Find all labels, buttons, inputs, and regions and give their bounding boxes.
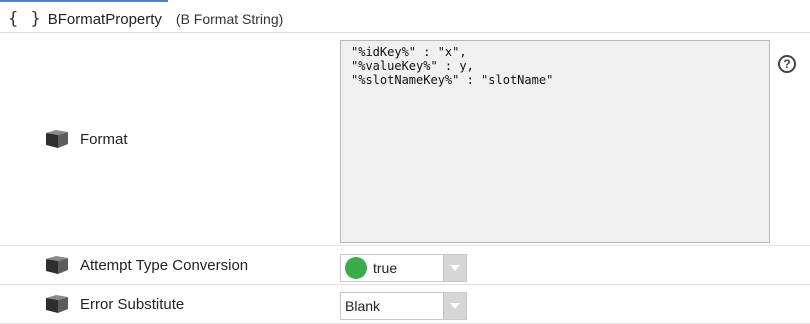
slot-icon xyxy=(46,256,68,274)
attempt-type-conversion-label-cell: Attempt Type Conversion xyxy=(44,246,248,284)
help-icon[interactable]: ? xyxy=(778,55,796,73)
active-tab-indicator xyxy=(0,0,168,2)
property-type: (B Format String) xyxy=(175,11,284,27)
error-substitute-select[interactable]: Blank xyxy=(340,292,467,320)
chevron-down-icon xyxy=(450,303,460,309)
slot-icon xyxy=(46,130,68,148)
error-substitute-label-cell: Error Substitute xyxy=(44,285,184,323)
property-header: { } BFormatProperty (B Format String) xyxy=(0,6,810,33)
property-name: BFormatProperty xyxy=(47,10,162,28)
format-label-cell: Format xyxy=(44,33,128,245)
error-substitute-label: Error Substitute xyxy=(80,295,185,313)
format-label: Format xyxy=(80,130,128,148)
attempt-type-conversion-label: Attempt Type Conversion xyxy=(80,256,249,274)
braces-icon: { } xyxy=(8,9,42,29)
attempt-type-conversion-value: true xyxy=(373,260,398,276)
error-substitute-value: Blank xyxy=(345,298,381,314)
true-status-dot-icon xyxy=(345,257,367,279)
dropdown-button[interactable] xyxy=(443,255,466,281)
attempt-type-conversion-select[interactable]: true xyxy=(340,254,467,282)
dropdown-button[interactable] xyxy=(443,293,466,319)
chevron-down-icon xyxy=(450,265,460,271)
slot-icon xyxy=(46,295,68,313)
format-text-field[interactable] xyxy=(340,40,770,243)
